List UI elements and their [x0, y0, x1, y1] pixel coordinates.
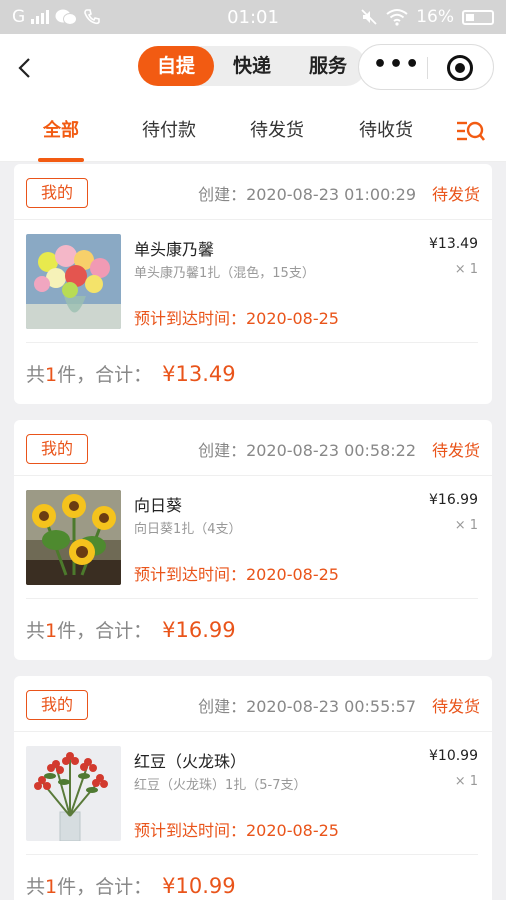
carnation-product-image [26, 234, 121, 329]
sunflower-product-image [26, 490, 121, 585]
total-amount: ¥16.99 [162, 618, 236, 642]
estimated-arrival: 预计到达时间：2020-08-25 [134, 565, 339, 584]
unit-price: ¥10.99 [429, 748, 478, 764]
capsule-divider [427, 57, 428, 79]
tab-pending-receipt[interactable]: 待收货 [356, 100, 416, 162]
total-count: 1 [45, 876, 58, 898]
order-status: 待发货 [431, 697, 480, 716]
order-header: 我的 创建：2020-08-23 00:55:57 待发货 [14, 676, 492, 732]
order-status: 待发货 [431, 441, 480, 460]
product-name: 红豆（火龙珠） [134, 752, 247, 771]
total-mid: 件，合计： [57, 364, 153, 386]
quantity: × 1 [454, 518, 478, 533]
status-bar: G 01:01 16% [0, 0, 506, 34]
tab-all[interactable]: 全部 [38, 100, 84, 162]
product-spec: 单头康乃馨1扎（混色，15支） [134, 266, 315, 281]
order-tabs: 全部 待付款 待发货 待收货 [0, 100, 506, 162]
order-item[interactable]: 单头康乃馨 单头康乃馨1扎（混色，15支） 预计到达时间：2020-08-25 … [14, 220, 492, 342]
total-mid: 件，合计： [57, 620, 153, 642]
mine-tag: 我的 [26, 434, 88, 464]
order-item[interactable]: 向日葵 向日葵1扎（4支） 预计到达时间：2020-08-25 ¥16.99 ×… [14, 476, 492, 598]
total-amount: ¥13.49 [162, 362, 236, 386]
divider [26, 342, 478, 343]
seg-service[interactable]: 服务 [290, 46, 366, 86]
search-filter-icon[interactable] [456, 120, 486, 142]
order-header: 我的 创建：2020-08-23 01:00:29 待发货 [14, 164, 492, 220]
created-time: 创建：2020-08-23 00:58:22 [198, 441, 416, 460]
created-time: 创建：2020-08-23 01:00:29 [198, 185, 416, 204]
more-icon[interactable]: ••• [373, 54, 419, 79]
order-list: 我的 创建：2020-08-23 01:00:29 待发货 单头康乃馨 单头康乃… [0, 162, 506, 900]
order-card[interactable]: 我的 创建：2020-08-23 00:58:22 待发货 向日葵 向日葵1扎（… [14, 420, 492, 660]
estimated-arrival: 预计到达时间：2020-08-25 [134, 309, 339, 328]
order-card[interactable]: 我的 创建：2020-08-23 00:55:57 待发货 红豆（火龙珠） 红豆… [14, 676, 492, 900]
order-total: 共1件，合计： ¥10.99 [26, 872, 236, 899]
order-total: 共1件，合计： ¥13.49 [26, 360, 236, 387]
quantity: × 1 [454, 774, 478, 789]
total-prefix: 共 [26, 876, 46, 898]
divider [26, 598, 478, 599]
unit-price: ¥16.99 [429, 492, 478, 508]
tab-pending-shipment[interactable]: 待发货 [248, 100, 306, 162]
total-mid: 件，合计： [57, 876, 153, 898]
product-spec: 红豆（火龙珠）1扎（5-7支） [134, 778, 307, 793]
unit-price: ¥13.49 [429, 236, 478, 252]
order-total: 共1件，合计： ¥16.99 [26, 616, 236, 643]
back-arrow-icon[interactable] [12, 54, 40, 82]
product-name: 单头康乃馨 [134, 240, 215, 259]
order-card[interactable]: 我的 创建：2020-08-23 01:00:29 待发货 单头康乃馨 单头康乃… [14, 164, 492, 404]
total-prefix: 共 [26, 620, 46, 642]
battery-icon [462, 9, 494, 25]
seg-pickup[interactable]: 自提 [138, 46, 214, 86]
mute-icon [361, 9, 377, 25]
divider [26, 854, 478, 855]
product-name: 向日葵 [134, 496, 183, 515]
order-status: 待发货 [431, 185, 480, 204]
mine-tag: 我的 [26, 178, 88, 208]
status-right: 16% [360, 7, 494, 27]
total-amount: ¥10.99 [162, 874, 236, 898]
estimated-arrival: 预计到达时间：2020-08-25 [134, 821, 339, 840]
tab-pending-payment[interactable]: 待付款 [140, 100, 198, 162]
red-berry-product-image [26, 746, 121, 841]
product-spec: 向日葵1扎（4支） [134, 522, 242, 537]
seg-express[interactable]: 快递 [214, 46, 290, 86]
order-item[interactable]: 红豆（火龙珠） 红豆（火龙珠）1扎（5-7支） 预计到达时间：2020-08-2… [14, 732, 492, 854]
delivery-mode-switch: 自提 快递 服务 [138, 46, 366, 86]
total-prefix: 共 [26, 364, 46, 386]
battery-percent: 16% [416, 7, 454, 27]
created-time: 创建：2020-08-23 00:55:57 [198, 697, 416, 716]
total-count: 1 [45, 364, 58, 386]
mine-tag: 我的 [26, 690, 88, 720]
order-header: 我的 创建：2020-08-23 00:58:22 待发货 [14, 420, 492, 476]
nav-bar: 自提 快递 服务 ••• [0, 34, 506, 100]
total-count: 1 [45, 620, 58, 642]
close-target-icon[interactable] [447, 55, 473, 81]
quantity: × 1 [454, 262, 478, 277]
miniprogram-capsule: ••• [358, 44, 494, 90]
wifi-icon [386, 9, 408, 26]
